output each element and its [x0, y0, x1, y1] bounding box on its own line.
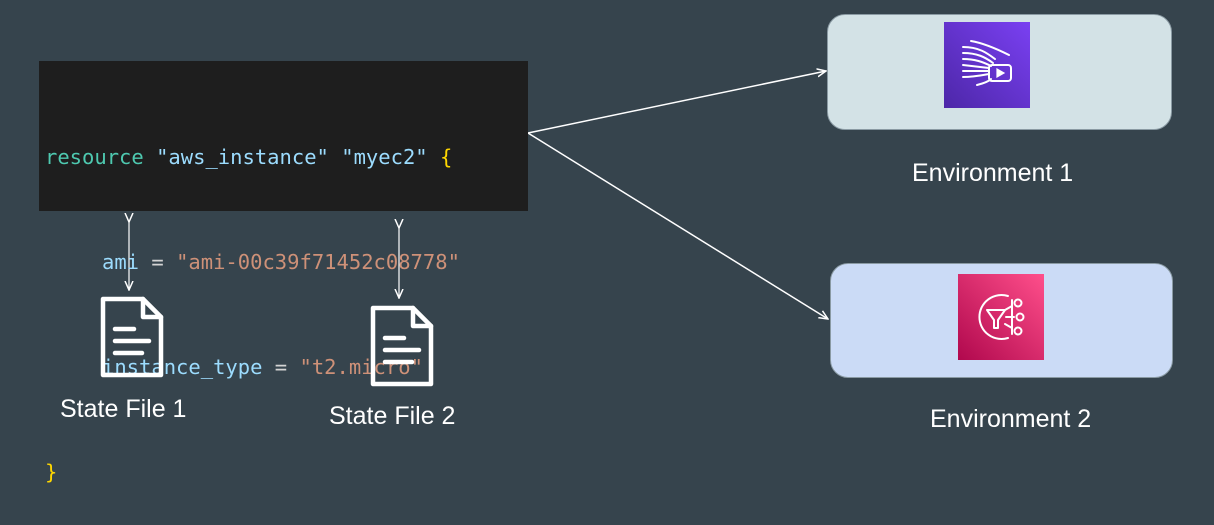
aws-sns-icon — [958, 274, 1044, 360]
code-resource-name: "myec2" — [341, 145, 428, 169]
environment-1-box — [827, 14, 1172, 130]
environment-1-label: Environment 1 — [912, 159, 1074, 187]
code-operator: = — [274, 355, 288, 379]
arrow-to-environment-2 — [527, 132, 828, 319]
state-file-2-label: State File 2 — [329, 402, 456, 430]
code-resource-type: "aws_instance" — [156, 145, 329, 169]
code-value-ami: "ami-00c39f71452c08778" — [176, 250, 460, 274]
arrow-to-environment-1 — [527, 71, 826, 134]
state-file-1-document-icon — [99, 295, 165, 384]
code-line-2: ami = "ami-00c39f71452c08778" — [45, 245, 528, 280]
code-open-brace: { — [439, 145, 453, 169]
aws-elemental-media-icon — [944, 22, 1030, 108]
state-file-2-document-icon — [369, 304, 435, 393]
code-close-brace: } — [45, 460, 58, 484]
code-attr-ami: ami — [102, 250, 140, 274]
terraform-code-block: resource "aws_instance" "myec2" { ami = … — [39, 61, 528, 484]
environment-2-box — [830, 263, 1173, 378]
environment-2-label: Environment 2 — [930, 405, 1092, 433]
code-keyword: resource — [45, 145, 144, 169]
code-line-1: resource "aws_instance" "myec2" { — [45, 140, 528, 175]
code-operator: = — [151, 250, 164, 274]
code-line-4: } — [45, 455, 528, 490]
state-file-1-label: State File 1 — [60, 395, 187, 423]
